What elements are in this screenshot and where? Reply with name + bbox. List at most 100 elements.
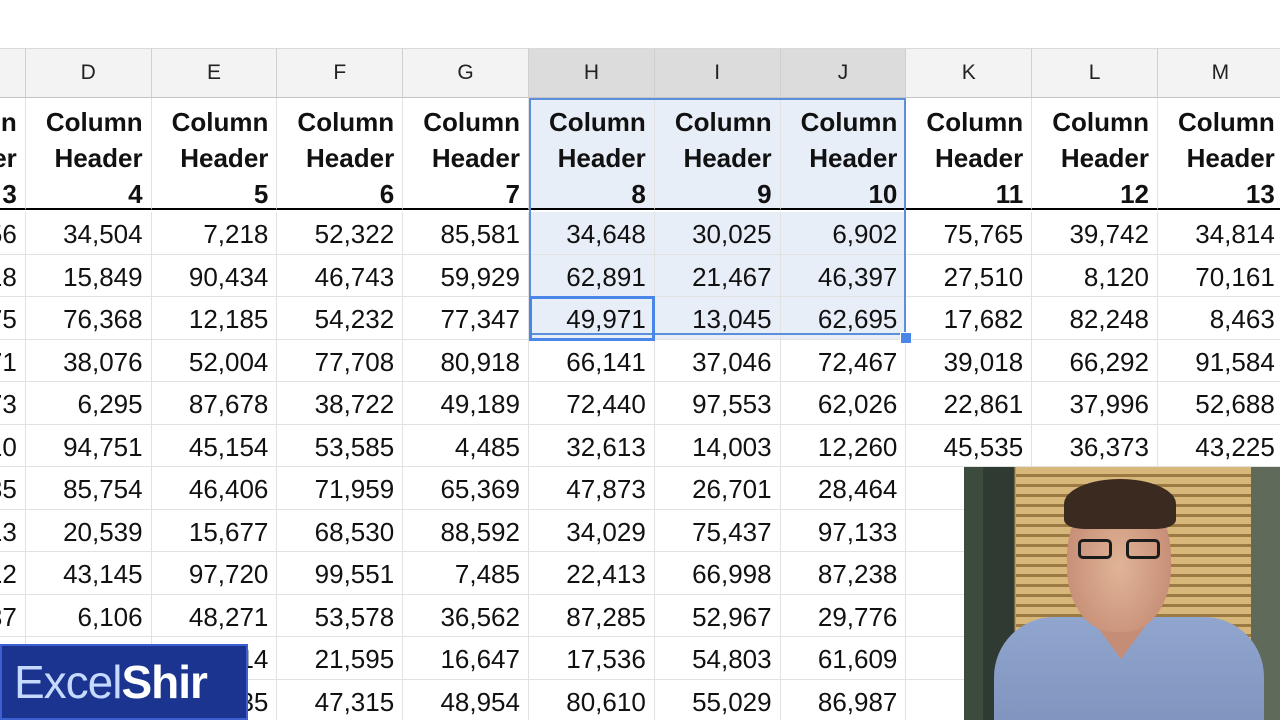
table-cell[interactable]: 99,551 [277, 552, 404, 595]
table-cell[interactable]: 45,154 [151, 424, 278, 467]
table-cell[interactable]: 6,902 [780, 212, 907, 255]
table-cell[interactable]: 15,677 [151, 509, 278, 552]
table-cell[interactable]: 80,918 [403, 339, 529, 382]
column-header-g[interactable]: G [403, 48, 529, 98]
table-cell[interactable]: 36,373 [1032, 424, 1158, 467]
table-cell[interactable]: 12 [0, 552, 26, 595]
table-cell[interactable]: 77,708 [277, 339, 404, 382]
header-cell[interactable]: Column Header 12 [1032, 98, 1158, 210]
table-cell[interactable]: 17,682 [906, 297, 1033, 340]
table-cell[interactable]: 7,485 [403, 552, 529, 595]
column-header-e[interactable]: E [151, 48, 278, 98]
table-cell[interactable]: 47,873 [529, 467, 655, 510]
table-cell[interactable]: 8,463 [1158, 297, 1280, 340]
table-cell[interactable]: 77,347 [403, 297, 529, 340]
column-header-i[interactable]: I [654, 48, 781, 98]
header-cell[interactable]: Column Header 5 [151, 98, 278, 210]
table-cell[interactable]: 82,248 [1032, 297, 1158, 340]
table-cell[interactable]: 12,185 [151, 297, 278, 340]
table-cell[interactable]: 46,743 [277, 254, 404, 297]
table-cell[interactable]: 32,613 [529, 424, 655, 467]
fill-handle[interactable] [900, 331, 913, 344]
column-header-k[interactable]: K [906, 48, 1033, 98]
column-header-c[interactable]: C [0, 48, 26, 98]
header-cell[interactable]: Column Header 3 [0, 98, 26, 210]
table-cell[interactable]: 70,161 [1158, 255, 1280, 297]
table-cell[interactable]: 65,369 [403, 467, 529, 510]
table-cell[interactable]: 75,437 [654, 509, 781, 552]
table-cell[interactable]: 66,141 [529, 339, 655, 382]
table-cell[interactable]: 21,467 [654, 254, 781, 297]
table-cell[interactable]: 76,368 [25, 297, 152, 340]
table-cell[interactable]: 36,562 [403, 594, 529, 637]
table-cell[interactable]: 85,754 [25, 467, 152, 510]
table-cell[interactable]: 48,954 [403, 679, 529, 720]
table-cell[interactable]: 43,145 [25, 552, 152, 595]
table-cell[interactable]: 97,133 [780, 509, 907, 552]
table-cell[interactable]: 62,026 [780, 382, 907, 425]
table-cell[interactable]: 12,260 [780, 424, 907, 467]
table-cell[interactable]: 80,610 [529, 679, 655, 720]
table-cell[interactable]: 45,535 [906, 424, 1033, 467]
table-cell[interactable]: 66,292 [1032, 339, 1158, 382]
header-cell[interactable]: Column Header 9 [654, 98, 781, 210]
table-cell[interactable]: 6,106 [25, 594, 152, 637]
table-cell[interactable]: 54,232 [277, 297, 404, 340]
table-cell[interactable]: 13,045 [654, 297, 781, 340]
table-cell[interactable]: 39,018 [906, 339, 1033, 382]
table-cell[interactable]: 4,485 [403, 424, 529, 467]
table-cell[interactable]: 29,776 [780, 594, 907, 637]
header-cell[interactable]: Column Header 8 [529, 98, 655, 210]
table-cell[interactable]: 27,510 [906, 254, 1033, 297]
table-cell[interactable]: 61,609 [780, 637, 907, 680]
table-cell[interactable]: 14,003 [654, 424, 781, 467]
table-cell[interactable]: 52,004 [151, 339, 278, 382]
table-cell[interactable]: 47,315 [277, 679, 404, 720]
table-cell[interactable]: 8,120 [1032, 254, 1158, 297]
table-cell[interactable]: 49,189 [403, 382, 529, 425]
table-cell[interactable]: 7,218 [151, 212, 278, 255]
table-cell[interactable]: 75 [0, 297, 26, 340]
table-cell[interactable]: 49,971 [529, 297, 655, 340]
table-cell[interactable]: 86,987 [781, 679, 907, 720]
table-cell[interactable]: 37 [0, 594, 26, 637]
table-cell[interactable]: 87,238 [780, 552, 907, 595]
table-cell[interactable]: 37,046 [654, 339, 781, 382]
table-cell[interactable]: 53,585 [277, 424, 404, 467]
table-cell[interactable]: 10 [0, 424, 26, 467]
table-cell[interactable]: 30,025 [654, 212, 781, 255]
table-cell[interactable]: 85,581 [403, 212, 529, 255]
table-cell[interactable]: 88,592 [403, 509, 529, 552]
column-header-h[interactable]: H [529, 48, 655, 98]
table-cell[interactable]: 52,322 [277, 212, 404, 255]
table-cell[interactable]: 75,765 [906, 212, 1033, 255]
table-cell[interactable]: 46,406 [151, 467, 278, 510]
table-cell[interactable]: 38,076 [25, 339, 152, 382]
table-cell[interactable]: 28,464 [780, 467, 907, 510]
table-cell[interactable]: 62,891 [529, 254, 655, 297]
table-cell[interactable]: 52,688 [1158, 382, 1280, 425]
column-header-d[interactable]: D [25, 48, 152, 98]
column-header-j[interactable]: J [780, 48, 907, 98]
table-cell[interactable]: 37,996 [1032, 382, 1158, 425]
table-cell[interactable]: 43,225 [1158, 425, 1280, 467]
table-cell[interactable]: 94,751 [25, 424, 152, 467]
table-cell[interactable]: 26,701 [654, 467, 781, 510]
table-cell[interactable]: 72,467 [780, 339, 907, 382]
column-header-m[interactable]: M [1158, 48, 1280, 98]
table-cell[interactable]: 91,584 [1158, 340, 1280, 382]
table-cell[interactable]: 34,814 [1158, 212, 1280, 255]
table-cell[interactable]: 35 [0, 467, 26, 510]
table-cell[interactable]: 16,647 [403, 637, 529, 680]
table-cell[interactable]: 87,285 [529, 594, 655, 637]
table-cell[interactable]: 68,530 [277, 509, 404, 552]
table-cell[interactable]: 66,998 [654, 552, 781, 595]
table-cell[interactable]: 22,861 [906, 382, 1033, 425]
table-cell[interactable]: 71,959 [277, 467, 404, 510]
table-cell[interactable]: 71 [0, 339, 26, 382]
column-header-l[interactable]: L [1032, 48, 1158, 98]
table-cell[interactable]: 56 [0, 212, 26, 255]
table-cell[interactable]: 21,595 [277, 637, 404, 680]
header-cell[interactable]: Column Header 6 [277, 98, 404, 210]
table-cell[interactable]: 55,029 [655, 679, 781, 720]
